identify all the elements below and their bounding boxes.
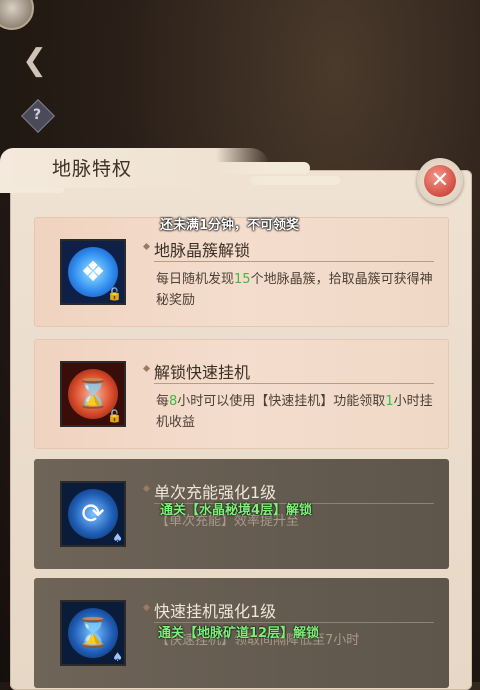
close-x-icon[interactable]: ✕ (424, 165, 456, 197)
hourglass-icon: ⌛ ♠ (60, 600, 126, 666)
spade-badge-icon: ♠ (112, 531, 123, 545)
card-title: 地脉晶簇解锁 (154, 241, 251, 260)
hourglass-icon: ⌛ 🔓 (60, 361, 126, 427)
privilege-card-quick-idle-boost[interactable]: ⌛ ♠ 快速挂机强化1级 【快速挂机】领取间隔降低至7小时 通关【地脉矿道12层… (34, 578, 449, 688)
unlock-requirement: 通关【地脉矿道12层】解锁 (158, 626, 320, 641)
divider (154, 261, 434, 262)
card-title: 快速挂机强化1级 (154, 602, 277, 621)
divider (154, 383, 434, 384)
panel-title: 地脉特权 (52, 158, 133, 180)
card-title: 解锁快速挂机 (154, 363, 251, 382)
menu-orb-button[interactable] (0, 0, 34, 30)
title-bullet (142, 603, 151, 612)
title-bullet (142, 364, 151, 373)
card-description: 每日随机发现15个地脉晶簇，拾取晶簇可获得神秘奖励 (156, 272, 433, 308)
card-description: 每8小时可以使用【快速挂机】功能领取1小时挂机收益 (156, 394, 433, 430)
unlocked-padlock-icon: 🔓 (107, 409, 122, 423)
close-button[interactable]: ✕ (417, 158, 463, 204)
privilege-card-crystal[interactable]: ❖ 🔓 地脉晶簇解锁 每日随机发现15个地脉晶簇，拾取晶簇可获得神秘奖励 (34, 217, 449, 327)
title-bullet (142, 484, 151, 493)
privilege-card-recharge[interactable]: ⟳ ♠ 单次充能强化1级 【单次充能】效率提升至 通关【水晶秘境4层】解锁 (34, 459, 449, 569)
title-bullet (142, 242, 151, 251)
back-arrow-icon[interactable]: ❮ (22, 44, 50, 78)
panel-title-banner: 地脉特权 (0, 148, 270, 188)
help-glyph: ? (32, 107, 42, 123)
privilege-card-quick-idle[interactable]: ⌛ 🔓 解锁快速挂机 每8小时可以使用【快速挂机】功能领取1小时挂机收益 (34, 339, 449, 449)
toast-message: 还未满1分钟，不可领奖 (160, 218, 300, 233)
recharge-icon: ⟳ ♠ (60, 481, 126, 547)
crystal-cluster-icon: ❖ 🔓 (60, 239, 126, 305)
unlocked-padlock-icon: 🔓 (107, 287, 122, 301)
unlock-requirement: 通关【水晶秘境4层】解锁 (160, 503, 313, 518)
spade-badge-icon: ♠ (112, 650, 123, 664)
question-icon[interactable]: ? (21, 99, 55, 133)
